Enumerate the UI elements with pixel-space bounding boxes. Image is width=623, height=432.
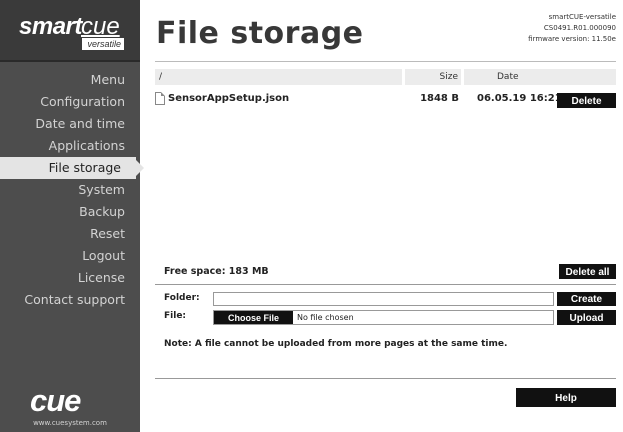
file-icon [155, 92, 165, 105]
create-folder-button[interactable]: Create [557, 292, 616, 306]
file-label: File: [164, 311, 187, 321]
size-column-header: Size [405, 69, 461, 85]
sidebar-item-applications[interactable]: Applications [0, 135, 140, 157]
choose-file-button[interactable]: Choose File [214, 311, 293, 324]
upload-button[interactable]: Upload [557, 310, 616, 325]
cue-logo: cue [30, 383, 81, 418]
sidebar-item-configuration[interactable]: Configuration [0, 91, 140, 113]
file-picker: Choose File No file chosen [213, 310, 554, 325]
date-column-header: Date [464, 69, 616, 85]
help-button[interactable]: Help [516, 388, 616, 407]
device-info: smartCUE-versatile CS0491.R01.000090 fir… [528, 12, 616, 45]
sidebar-item-reset[interactable]: Reset [0, 223, 140, 245]
current-path: / [155, 69, 402, 85]
sidebar-item-file-storage[interactable]: File storage [0, 157, 144, 179]
sidebar-item-logout[interactable]: Logout [0, 245, 140, 267]
device-id: CS0491.R01.000090 [543, 24, 616, 32]
folder-label: Folder: [164, 293, 200, 303]
sidebar-item-menu[interactable]: Menu [0, 69, 140, 91]
page-title: File storage [156, 16, 364, 51]
firmware-version: firmware version: 11.50e [528, 35, 616, 43]
sidebar-menu: Menu Configuration Date and time Applica… [0, 69, 144, 311]
delete-file-button[interactable]: Delete [557, 93, 616, 108]
file-size: 1848 B [420, 93, 459, 104]
sidebar-item-license[interactable]: License [0, 267, 140, 289]
logo-cue-text: cue [81, 13, 120, 40]
title-divider [155, 61, 616, 62]
sidebar-item-date-and-time[interactable]: Date and time [0, 113, 140, 135]
bottom-divider [155, 378, 616, 379]
section-divider [155, 284, 616, 285]
file-date: 06.05.19 16:21 [477, 93, 562, 104]
file-table-header: / Size Date [155, 69, 616, 85]
sidebar-item-system[interactable]: System [0, 179, 140, 201]
file-row: SensorAppSetup.json 1848 B 06.05.19 16:2… [155, 92, 616, 110]
upload-note: Note: A file cannot be uploaded from mor… [164, 339, 508, 349]
folder-name-input[interactable] [213, 292, 554, 306]
sidebar: smart cue versatile Menu Configuration D… [0, 0, 144, 432]
delete-all-button[interactable]: Delete all [559, 264, 616, 279]
website-url: www.cuesystem.com [33, 419, 107, 427]
free-space-text: Free space: 183 MB [164, 266, 269, 277]
sidebar-item-contact-support[interactable]: Contact support [0, 289, 140, 311]
logo-smart-text: smart [19, 13, 82, 40]
smartcue-logo: smart cue versatile [0, 0, 140, 62]
device-name: smartCUE-versatile [548, 13, 616, 21]
logo-versatile-badge: versatile [82, 38, 124, 50]
file-name-link[interactable]: SensorAppSetup.json [168, 92, 289, 106]
no-file-chosen-text: No file chosen [297, 313, 354, 322]
sidebar-item-backup[interactable]: Backup [0, 201, 140, 223]
